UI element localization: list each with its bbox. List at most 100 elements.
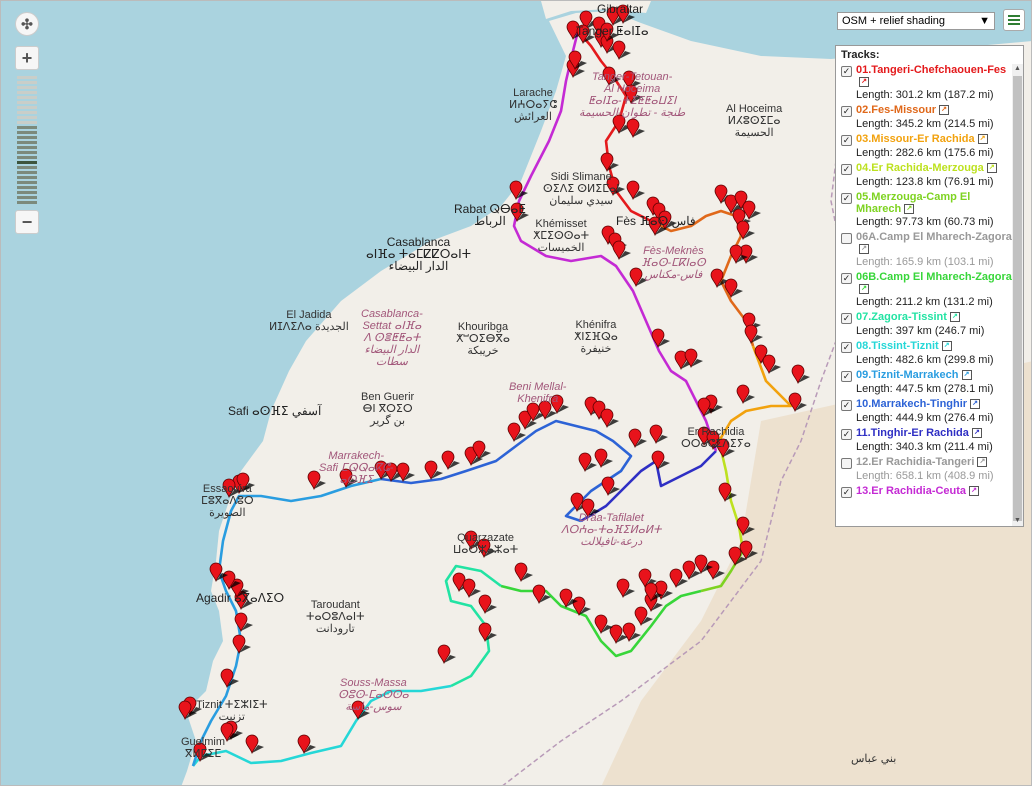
- zoom-level-bar[interactable]: [17, 196, 37, 199]
- zoom-level-bar[interactable]: [17, 166, 37, 169]
- zoom-level-bar[interactable]: [17, 136, 37, 139]
- zoom-level-bar[interactable]: [17, 201, 37, 204]
- zoom-level-bar[interactable]: [17, 101, 37, 104]
- external-link-icon[interactable]: ↗: [977, 457, 988, 468]
- track-item: ✓ 05.Merzouga-Camp El Mharech ↗ Length: 97.…: [836, 191, 1012, 229]
- zoom-level-bar[interactable]: [17, 146, 37, 149]
- zoom-level-bar[interactable]: [17, 76, 37, 79]
- track-checkbox[interactable]: ✓: [841, 400, 852, 411]
- track-name-link[interactable]: 06B.Camp El Mharech-Zagora↗: [856, 271, 1012, 295]
- scroll-up-icon[interactable]: ▲: [1012, 64, 1023, 74]
- zoom-level-bar[interactable]: [17, 161, 37, 164]
- zoom-level-bar[interactable]: [17, 176, 37, 179]
- external-link-icon[interactable]: ↗: [941, 341, 952, 352]
- zoom-slider[interactable]: [17, 76, 37, 204]
- track-checkbox[interactable]: [841, 458, 852, 469]
- track-name[interactable]: 03.Missour-Er Rachida: [856, 133, 975, 145]
- zoom-level-bar[interactable]: [17, 116, 37, 119]
- zoom-level-bar[interactable]: [17, 96, 37, 99]
- track-name[interactable]: 06A.Camp El Mharech-Zagora: [856, 231, 1012, 243]
- track-checkbox[interactable]: ✓: [841, 66, 852, 77]
- zoom-level-bar[interactable]: [17, 171, 37, 174]
- menu-button[interactable]: [1003, 9, 1025, 31]
- track-name[interactable]: 13.Er Rachidia-Ceuta: [856, 485, 966, 497]
- track-name-link[interactable]: 04.Er Rachida-Merzouga ↗: [856, 162, 997, 174]
- track-checkbox[interactable]: ✓: [841, 487, 852, 498]
- external-link-icon[interactable]: ↗: [961, 370, 972, 381]
- zoom-level-bar[interactable]: [17, 151, 37, 154]
- zoom-level-bar[interactable]: [17, 156, 37, 159]
- track-name[interactable]: 10.Marrakech-Tinghir: [856, 398, 967, 410]
- external-link-icon[interactable]: ↗: [971, 428, 982, 439]
- zoom-level-bar[interactable]: [17, 126, 37, 129]
- panel-scrollbar[interactable]: ▲ ▼: [1012, 64, 1023, 526]
- external-link-icon[interactable]: ↗: [939, 105, 950, 116]
- layer-select-value: OSM + relief shading: [842, 15, 946, 27]
- track-name-link[interactable]: 02.Fes-Missour ↗: [856, 104, 950, 116]
- zoom-level-bar[interactable]: [17, 186, 37, 189]
- track-checkbox[interactable]: ✓: [841, 342, 852, 353]
- zoom-level-bar[interactable]: [17, 111, 37, 114]
- map-view[interactable]: Gibraltar Tanger ⵟⴰⵏⵊⴰ Larache ⵍⵄⵔⴰⵢⵛ العرائ…: [0, 0, 1032, 786]
- zoom-level-bar[interactable]: [17, 91, 37, 94]
- track-name-link[interactable]: 09.Tiznit-Marrakech ↗: [856, 369, 972, 381]
- track-item: ✓ 03.Missour-Er Rachida ↗ Length: 282.6 km …: [836, 133, 1012, 160]
- place-label: Essaouira ⵎⵓⴳⴰⴷⵓⵔ الصويرة: [201, 483, 254, 519]
- zoom-out-button[interactable]: −: [15, 210, 39, 234]
- scroll-down-icon[interactable]: ▼: [1012, 516, 1023, 526]
- track-checkbox[interactable]: ✓: [841, 429, 852, 440]
- track-checkbox[interactable]: ✓: [841, 164, 852, 175]
- track-name-link[interactable]: 12.Er Rachidia-Tangeri ↗: [856, 456, 988, 468]
- track-checkbox[interactable]: ✓: [841, 193, 852, 204]
- zoom-level-bar[interactable]: [17, 106, 37, 109]
- track-name[interactable]: 08.Tissint-Tiznit: [856, 340, 939, 352]
- external-link-icon[interactable]: ↗: [986, 163, 997, 174]
- track-name-link[interactable]: 03.Missour-Er Rachida ↗: [856, 133, 988, 145]
- external-link-icon[interactable]: ↗: [949, 312, 960, 323]
- track-name[interactable]: 01.Tangeri-Chefchaouen-Fes: [856, 64, 1006, 76]
- track-checkbox[interactable]: ✓: [841, 106, 852, 117]
- place-label: Marrakech- Safi ⵎⵕⵕⴰⴽⵛ- ⴰⵙⴼⵉ: [319, 450, 394, 486]
- track-checkbox[interactable]: [841, 233, 852, 244]
- track-name-link[interactable]: 06A.Camp El Mharech-Zagora↗: [856, 231, 1012, 255]
- track-checkbox[interactable]: ✓: [841, 313, 852, 324]
- track-name-link[interactable]: 01.Tangeri-Chefchaouen-Fes↗: [856, 64, 1012, 88]
- external-link-icon[interactable]: ↗: [859, 244, 869, 255]
- layer-select[interactable]: OSM + relief shading ▼: [837, 12, 995, 30]
- zoom-level-bar[interactable]: [17, 121, 37, 124]
- track-name[interactable]: 06B.Camp El Mharech-Zagora: [856, 271, 1012, 283]
- track-name-link[interactable]: 07.Zagora-Tissint ↗: [856, 311, 960, 323]
- track-name-link[interactable]: 11.Tinghir-Er Rachida ↗: [856, 427, 982, 439]
- zoom-level-bar[interactable]: [17, 86, 37, 89]
- external-link-icon[interactable]: ↗: [969, 486, 980, 497]
- track-checkbox[interactable]: ✓: [841, 371, 852, 382]
- scroll-thumb[interactable]: [1013, 76, 1022, 521]
- external-link-icon[interactable]: ↗: [859, 284, 869, 295]
- track-name-link[interactable]: 08.Tissint-Tiznit ↗: [856, 340, 952, 352]
- zoom-level-bar[interactable]: [17, 181, 37, 184]
- track-checkbox[interactable]: ✓: [841, 135, 852, 146]
- track-name[interactable]: 02.Fes-Missour: [856, 104, 936, 116]
- zoom-level-bar[interactable]: [17, 141, 37, 144]
- zoom-in-button[interactable]: +: [15, 46, 39, 70]
- track-length: Length: 444.9 km (276.4 mi): [856, 412, 994, 424]
- track-name-link[interactable]: 05.Merzouga-Camp El Mharech ↗: [856, 191, 1012, 215]
- track-name[interactable]: 04.Er Rachida-Merzouga: [856, 162, 984, 174]
- track-name[interactable]: 07.Zagora-Tissint: [856, 311, 947, 323]
- external-link-icon[interactable]: ↗: [977, 134, 988, 145]
- track-name-link[interactable]: 13.Er Rachidia-Ceuta ↗: [856, 485, 980, 497]
- place-label: Safi ⴰⵙⴼⵉ آسفي: [228, 404, 322, 418]
- track-name[interactable]: 12.Er Rachidia-Tangeri: [856, 456, 974, 468]
- external-link-icon[interactable]: ↗: [859, 77, 869, 88]
- zoom-level-bar[interactable]: [17, 191, 37, 194]
- track-name[interactable]: 11.Tinghir-Er Rachida: [856, 427, 969, 439]
- track-name[interactable]: 09.Tiznit-Marrakech: [856, 369, 959, 381]
- track-checkbox[interactable]: ✓: [841, 273, 852, 284]
- track-name-link[interactable]: 10.Marrakech-Tinghir ↗: [856, 398, 981, 410]
- external-link-icon[interactable]: ↗: [970, 399, 981, 410]
- zoom-level-bar[interactable]: [17, 131, 37, 134]
- panel-title: Tracks:: [841, 49, 880, 61]
- compass-icon[interactable]: ✣: [15, 12, 39, 36]
- external-link-icon[interactable]: ↗: [904, 204, 915, 215]
- zoom-level-bar[interactable]: [17, 81, 37, 84]
